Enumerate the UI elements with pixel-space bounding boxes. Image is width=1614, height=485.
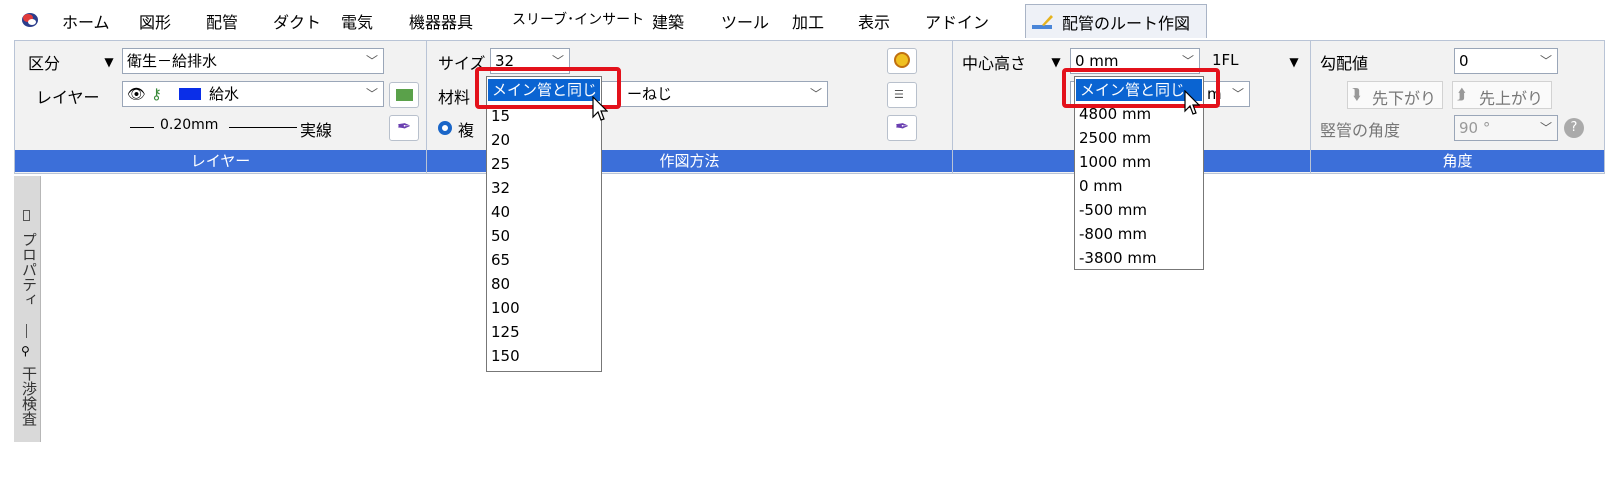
- size-option[interactable]: 150: [491, 347, 520, 365]
- pipe-route-icon: [1032, 15, 1053, 29]
- menu-equipment[interactable]: 機器器具: [409, 9, 473, 33]
- slope-up-label: 先上がり: [1479, 89, 1544, 108]
- section-value: 衛生－給排水: [127, 52, 218, 70]
- menu-sleeve-insert[interactable]: スリーブ･インサート: [512, 9, 644, 29]
- menu-processing[interactable]: 加工: [792, 9, 824, 33]
- side-panel: プロパティ ⚲ 干渉検査: [14, 176, 41, 442]
- size-option[interactable]: 25: [491, 155, 510, 173]
- layer-label: レイヤー: [36, 88, 100, 107]
- settings-list-icon: ☰: [894, 88, 904, 101]
- material-settings-button[interactable]: ☰: [887, 82, 917, 108]
- lock-icon: ⚷: [151, 85, 162, 103]
- chevron-down-icon: ﹀: [1539, 54, 1552, 68]
- height-option[interactable]: 0 mm: [1079, 177, 1123, 195]
- menu-piping[interactable]: 配管: [206, 9, 238, 33]
- reference-floor: 1FL: [1212, 51, 1239, 69]
- chevron-down-icon: ﹀: [365, 54, 378, 68]
- menu-addin[interactable]: アドイン: [925, 9, 989, 33]
- radio-label: 複: [458, 121, 475, 140]
- slope-value: 0: [1459, 52, 1469, 70]
- line-width: 0.20mm: [160, 117, 219, 133]
- interference-icon: ⚲: [21, 344, 30, 358]
- group-label-angle: 角度: [1311, 150, 1604, 172]
- snap-icon: [894, 52, 910, 68]
- size-option[interactable]: 100: [491, 299, 520, 317]
- menu-home[interactable]: ホーム: [62, 9, 110, 33]
- eye-icon: 👁: [127, 85, 147, 103]
- help-icon[interactable]: ?: [1564, 118, 1584, 138]
- section-dropdown-button[interactable]: ▼: [99, 51, 119, 73]
- material-value: ーねじ: [627, 85, 673, 103]
- radio-button[interactable]: [438, 121, 452, 135]
- layer-select[interactable]: 👁 ⚷ 給水 ﹀: [122, 81, 384, 107]
- material-label: 材料: [438, 88, 471, 107]
- chevron-down-icon: ﹀: [1231, 87, 1244, 101]
- size-option[interactable]: 20: [491, 131, 510, 149]
- line-sample: [229, 127, 297, 128]
- section-label: 区分: [28, 54, 61, 73]
- slope-down-label: 先下がり: [1372, 89, 1437, 108]
- height-option[interactable]: 2500 mm: [1079, 129, 1151, 147]
- riser-angle-label: 竪管の角度: [1320, 121, 1401, 140]
- line-type: 実線: [300, 121, 333, 140]
- slope-up-button[interactable]: ⮭ 先上がり: [1452, 81, 1552, 109]
- tab-pipe-route-drawing[interactable]: 配管のルート作図: [1025, 4, 1207, 38]
- slope-down-icon: ⮯: [1352, 85, 1361, 103]
- slope-down-button[interactable]: ⮯ 先下がり: [1347, 81, 1443, 109]
- group-label-layer: レイヤー: [15, 150, 426, 172]
- slope-up-icon: ⮭: [1457, 85, 1466, 103]
- riser-angle-value: 90 °: [1459, 119, 1491, 137]
- slope-select[interactable]: 0 ﹀: [1454, 48, 1558, 74]
- chevron-down-icon: ﹀: [809, 87, 822, 101]
- menu-tools[interactable]: ツール: [721, 9, 769, 33]
- eyedropper-icon: ✒: [397, 117, 412, 137]
- eyedropper-icon: ✒: [895, 117, 910, 137]
- riser-angle-select[interactable]: 90 ° ﹀: [1454, 115, 1558, 141]
- menu-view[interactable]: 表示: [858, 9, 890, 33]
- menu-shapes[interactable]: 図形: [139, 9, 171, 33]
- size-option[interactable]: 65: [491, 251, 510, 269]
- menu-bar: ホーム 図形 配管 ダクト 電気 機器器具 スリーブ･インサート 建築 ツール …: [0, 0, 1614, 38]
- eyedropper-button[interactable]: ✒: [887, 115, 917, 141]
- panel-pin-icon[interactable]: [23, 210, 30, 221]
- line-sample: [130, 127, 154, 128]
- panel-divider: [26, 324, 27, 338]
- chevron-down-icon: ﹀: [365, 87, 378, 101]
- layer-manager-button[interactable]: [389, 82, 419, 108]
- size-option[interactable]: 15: [491, 107, 510, 125]
- height-option[interactable]: 1000 mm: [1079, 153, 1151, 171]
- menu-electric[interactable]: 電気: [341, 9, 373, 33]
- size-dropdown-list: メイン管と同じ 15 20 25 32 40 50 65 80 100 125 …: [486, 76, 602, 372]
- height-option[interactable]: -800 mm: [1079, 225, 1147, 243]
- mouse-cursor-icon: [592, 96, 608, 121]
- size-option[interactable]: 32: [491, 179, 510, 197]
- height-option[interactable]: -3800 mm: [1079, 249, 1157, 267]
- menu-architecture[interactable]: 建築: [652, 9, 684, 33]
- size-option[interactable]: 40: [491, 203, 510, 221]
- layer-value: 給水: [209, 85, 240, 103]
- mouse-cursor-icon: [1184, 90, 1200, 115]
- section-select[interactable]: 衛生－給排水 ﹀: [122, 48, 384, 74]
- layer-manager-icon: [396, 89, 413, 101]
- eyedropper-button[interactable]: ✒: [389, 115, 419, 141]
- menu-duct[interactable]: ダクト: [273, 9, 321, 33]
- size-option[interactable]: 80: [491, 275, 510, 293]
- slope-label: 勾配値: [1320, 54, 1369, 73]
- chevron-down-icon: ﹀: [1539, 121, 1552, 135]
- snap-button[interactable]: [887, 48, 917, 74]
- center-height-label: 中心高さ: [962, 54, 1027, 73]
- layer-color-swatch: [179, 88, 201, 100]
- size-option[interactable]: 125: [491, 323, 520, 341]
- size-option[interactable]: 50: [491, 227, 510, 245]
- tab-properties[interactable]: プロパティ: [19, 232, 40, 307]
- tab-pipe-route-label: 配管のルート作図: [1062, 14, 1191, 33]
- reference-dropdown-button[interactable]: ▼: [1284, 51, 1304, 73]
- height-option[interactable]: -500 mm: [1079, 201, 1147, 219]
- tab-interference-check[interactable]: 干渉検査: [19, 366, 40, 426]
- app-logo-icon[interactable]: [20, 10, 40, 28]
